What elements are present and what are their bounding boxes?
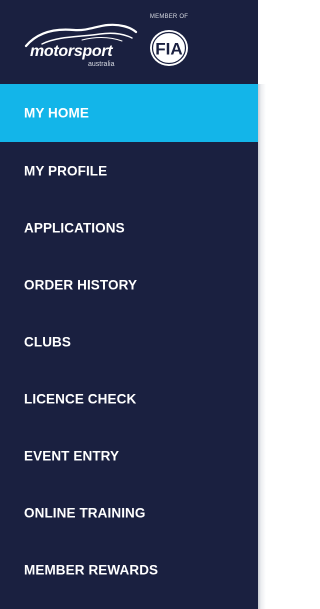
nav-label: LICENCE CHECK xyxy=(24,391,137,406)
fia-caption: MEMBER OF xyxy=(149,14,189,20)
nav-label: MY HOME xyxy=(24,105,89,121)
nav-label: ORDER HISTORY xyxy=(24,277,138,292)
nav-label: MY PROFILE xyxy=(24,163,108,178)
motorsport-australia-logo[interactable]: motorsport australia xyxy=(22,20,140,68)
nav-label: ONLINE TRAINING xyxy=(24,505,146,520)
fia-badge-icon: FIA xyxy=(150,30,188,66)
nav-item-event-entry[interactable]: EVENT ENTRY xyxy=(0,427,258,484)
logo-bar: motorsport australia MEMBER OF FIA xyxy=(0,0,258,84)
fia-member-logo: MEMBER OF FIA xyxy=(143,14,195,70)
nav-item-member-rewards[interactable]: MEMBER REWARDS xyxy=(0,541,258,598)
nav-label: EVENT ENTRY xyxy=(24,448,120,463)
fia-badge-text: FIA xyxy=(155,40,182,59)
logo-subtext: australia xyxy=(88,61,115,68)
nav-label: APPLICATIONS xyxy=(24,220,125,235)
nav-item-clubs[interactable]: CLUBS xyxy=(0,313,258,370)
nav-item-my-profile[interactable]: MY PROFILE xyxy=(0,142,258,199)
nav-item-applications[interactable]: APPLICATIONS xyxy=(0,199,258,256)
content-edge-shadow xyxy=(258,84,272,609)
nav-label: CLUBS xyxy=(24,334,71,349)
logo-wordmark: motorsport xyxy=(30,43,113,60)
nav-item-order-history[interactable]: ORDER HISTORY xyxy=(0,256,258,313)
nav-item-online-training[interactable]: ONLINE TRAINING xyxy=(0,484,258,541)
nav-item-licence-check[interactable]: LICENCE CHECK xyxy=(0,370,258,427)
nav-label: MEMBER REWARDS xyxy=(24,562,159,577)
nav-item-my-home[interactable]: MY HOME xyxy=(0,84,258,142)
main-nav: MY HOME MY PROFILE APPLICATIONS ORDER HI… xyxy=(0,84,258,598)
sidebar: motorsport australia MEMBER OF FIA MY HO… xyxy=(0,0,258,609)
